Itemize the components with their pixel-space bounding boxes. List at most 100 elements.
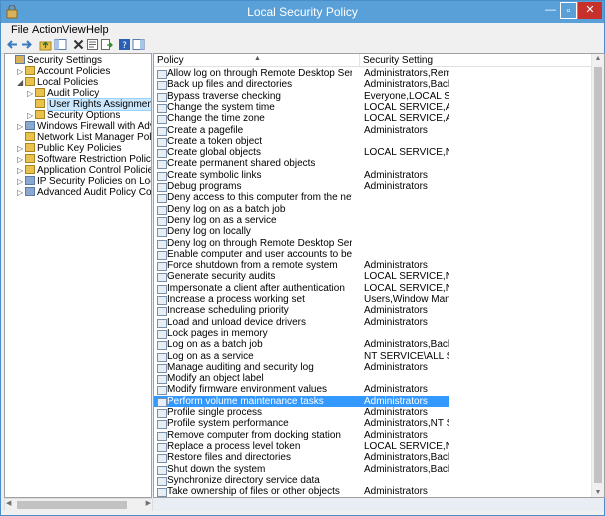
tree-item[interactable]: ◢ Local Policies [17, 77, 98, 88]
help-icon[interactable]: ? [118, 38, 131, 51]
status-bar [1, 511, 604, 515]
title-bar[interactable]: Local Security Policy — ▫ ✕ [1, 1, 604, 23]
policy-row[interactable]: Modify firmware environment values Admini… [154, 384, 449, 396]
tree-item[interactable]: ▷ Application Control Policies [17, 165, 151, 176]
expand-arrow-icon[interactable]: ▷ [17, 121, 25, 132]
export-list-icon[interactable] [100, 38, 113, 51]
collapse-arrow-icon[interactable]: ◢ [17, 77, 25, 88]
policy-row[interactable]: Remove computer from docking station Admi… [154, 430, 449, 441]
maximize-button[interactable]: ▫ [560, 2, 577, 19]
tree-item[interactable]: ▷ Advanced Audit Policy Configuration [17, 187, 151, 198]
scrollbar-thumb[interactable] [594, 67, 602, 483]
policy-row[interactable]: Deny log on as a batch job [154, 204, 449, 215]
show-hide-action-pane-icon[interactable] [132, 38, 145, 51]
scrollbar-thumb[interactable] [17, 501, 127, 509]
policy-row[interactable]: Log on as a batch job Administrators,Back… [154, 339, 449, 351]
policy-row[interactable]: Deny log on locally [154, 226, 449, 238]
policy-list[interactable]: Policy ▲ Security Setting Allow log on t… [153, 53, 605, 498]
tree-item[interactable]: Network List Manager Policies [17, 132, 151, 143]
policy-row[interactable]: Profile system performance Administrators… [154, 418, 449, 430]
expand-arrow-icon[interactable]: ▷ [17, 187, 25, 198]
back-arrow-icon[interactable] [6, 38, 19, 51]
policy-row[interactable]: Bypass traverse checking Everyone,LOCAL S… [154, 91, 449, 102]
expand-arrow-icon[interactable]: ▷ [17, 165, 25, 176]
policy-row[interactable]: Restore files and directories Administrat… [154, 452, 449, 464]
policy-row[interactable]: Profile single process Administrators [154, 407, 449, 418]
policy-row[interactable]: Force shutdown from a remote system Admin… [154, 260, 449, 272]
console-tree[interactable]: Security Settings ▷ Account Policies ◢ Local… [4, 53, 152, 498]
column-header-setting[interactable]: Security Setting [363, 55, 433, 66]
policy-row[interactable]: Deny log on as a service [154, 215, 449, 226]
expand-arrow-icon[interactable]: ▷ [17, 176, 25, 187]
tree-item[interactable]: User Rights Assignment [27, 98, 151, 111]
scroll-right-icon[interactable]: ▶ [146, 499, 151, 507]
menu-help[interactable]: Help [86, 24, 109, 36]
policy-row[interactable]: Increase a process working set Users,Wind… [154, 294, 449, 305]
policy-row[interactable]: Shut down the system Administrators,Backu… [154, 464, 449, 475]
policy-row[interactable]: Create permanent shared objects [154, 158, 449, 170]
menu-file[interactable]: File [11, 24, 29, 36]
show-hide-tree-icon[interactable] [54, 38, 67, 51]
scroll-left-icon[interactable]: ◀ [6, 499, 11, 507]
policy-icon [157, 81, 167, 91]
menu-action[interactable]: Action [32, 24, 63, 36]
policy-row[interactable]: Debug programs Administrators [154, 181, 449, 192]
policy-row[interactable]: Create global objects LOCAL SERVICE,NETWO… [154, 147, 449, 159]
policy-name: Force shutdown from a remote system [167, 260, 338, 272]
minimize-button[interactable]: — [542, 2, 559, 19]
up-folder-icon[interactable] [39, 38, 52, 51]
policy-icon [157, 363, 167, 373]
scroll-up-icon[interactable]: ▲ [592, 55, 604, 62]
policy-row[interactable]: Perform volume maintenance tasks Administ… [154, 395, 449, 407]
scroll-down-icon[interactable]: ▼ [592, 489, 604, 496]
tree-item[interactable]: ▷ Windows Firewall with Advanced Security [17, 121, 151, 132]
tree-item-label: Software Restriction Policies [37, 154, 152, 165]
policy-row[interactable]: Take ownership of files or other objects… [154, 486, 449, 497]
policy-row[interactable]: Change the time zone LOCAL SERVICE,Admini… [154, 113, 449, 125]
policy-row[interactable]: Enable computer and user accounts to be … [154, 249, 449, 260]
expand-arrow-icon[interactable]: ▷ [27, 110, 35, 121]
menu-view[interactable]: View [62, 24, 86, 36]
policy-row[interactable]: Synchronize directory service data [154, 475, 449, 486]
policy-row[interactable]: Modify an object label [154, 373, 449, 385]
delete-icon[interactable] [72, 38, 85, 51]
policy-row[interactable]: Load and unload device drivers Administra… [154, 317, 449, 328]
policy-row[interactable]: Create a token object [154, 136, 449, 147]
window-title: Local Security Policy [247, 5, 358, 19]
expand-arrow-icon[interactable]: ▷ [17, 154, 25, 165]
tree-item[interactable]: ▷ Software Restriction Policies [17, 154, 152, 165]
properties-icon[interactable] [86, 38, 99, 51]
security-setting: Administrators [364, 486, 428, 498]
tree-item[interactable]: ▷ Account Policies [17, 66, 110, 77]
policy-row[interactable]: Back up files and directories Administrat… [154, 79, 449, 91]
vertical-scrollbar[interactable]: ▲ ▼ [591, 54, 604, 497]
policy-row[interactable]: Manage auditing and security log Administ… [154, 362, 449, 373]
expand-arrow-icon[interactable]: ▷ [17, 66, 25, 77]
column-divider[interactable] [359, 54, 360, 66]
tree-item[interactable]: ▷ Public Key Policies [17, 143, 121, 154]
policy-row[interactable]: Create a pagefile Administrators [154, 125, 449, 136]
tree-item[interactable]: ▷ IP Security Policies on Local Computer [17, 176, 151, 187]
tree-item[interactable]: Security Settings [7, 55, 102, 66]
policy-row[interactable]: Impersonate a client after authenticatio… [154, 283, 449, 294]
policy-row[interactable]: Deny log on through Remote Desktop Servi… [154, 238, 449, 249]
policy-name: Increase scheduling priority [167, 305, 289, 317]
expand-arrow-icon[interactable]: ▷ [17, 143, 25, 154]
column-header-policy[interactable]: Policy [157, 55, 184, 66]
policy-row[interactable]: Deny access to this computer from the ne… [154, 192, 449, 204]
tree-item[interactable]: ▷ Security Options [27, 110, 120, 121]
policy-row[interactable]: Allow log on through Remote Desktop Serv… [154, 68, 449, 79]
forward-arrow-icon[interactable] [20, 38, 33, 51]
expand-arrow-icon[interactable]: ▷ [27, 88, 35, 99]
policy-row[interactable]: Change the system time LOCAL SERVICE,Admi… [154, 102, 449, 113]
policy-row[interactable]: Create symbolic links Administrators [154, 170, 449, 181]
tree-horizontal-scrollbar[interactable]: ◀ ▶ [4, 498, 153, 512]
policy-row[interactable]: Lock pages in memory [154, 328, 449, 339]
close-button[interactable]: ✕ [578, 2, 602, 19]
policy-name: Allow log on through Remote Desktop Serv… [167, 68, 352, 79]
policy-row[interactable]: Increase scheduling priority Administrato… [154, 305, 449, 317]
policy-row[interactable]: Log on as a service NT SERVICE\ALL SERVIC… [154, 351, 449, 362]
policy-row[interactable]: Replace a process level token LOCAL SERVI… [154, 441, 449, 452]
policy-icon [157, 431, 167, 441]
policy-row[interactable]: Generate security audits LOCAL SERVICE,NE… [154, 271, 449, 283]
